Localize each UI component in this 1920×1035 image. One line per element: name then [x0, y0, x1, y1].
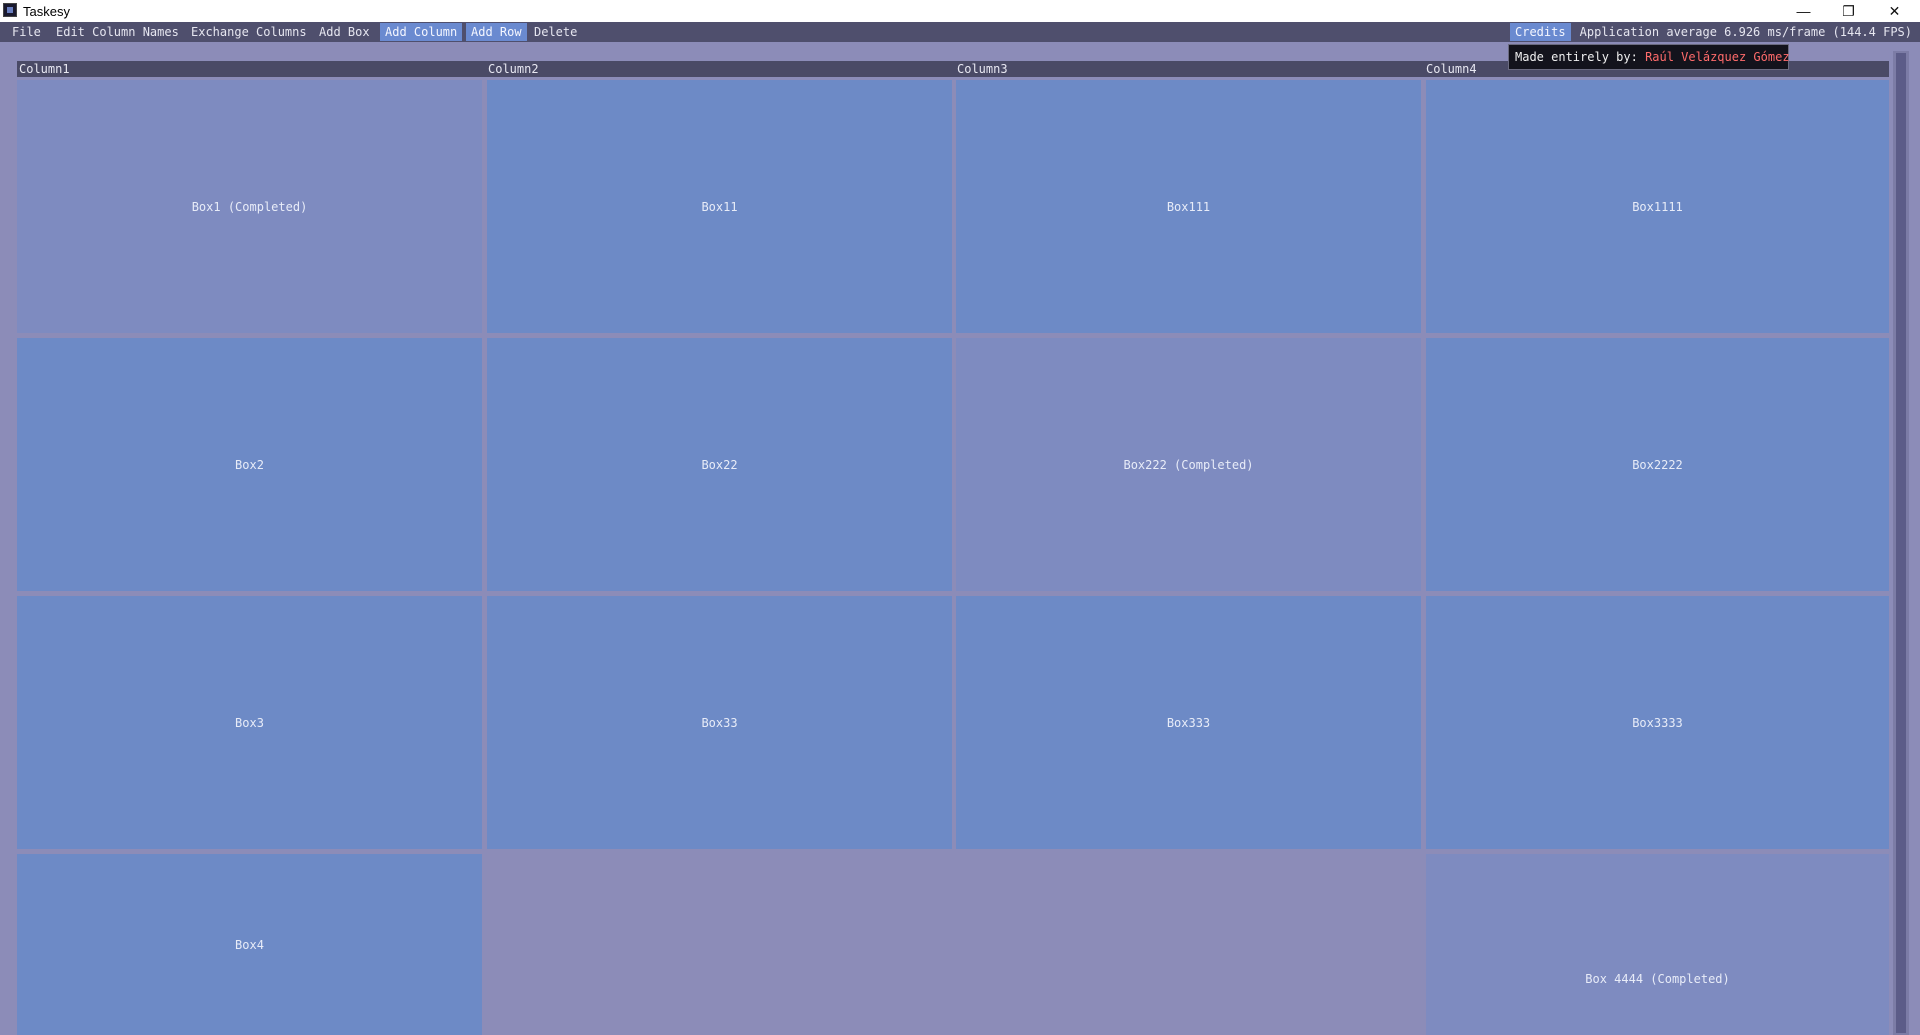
task-box[interactable]: Box22: [487, 338, 952, 591]
window-title: Taskesy: [23, 4, 70, 19]
box-label: Box2222: [1632, 457, 1683, 472]
menu-credits[interactable]: Credits: [1510, 23, 1571, 41]
menu-file[interactable]: File: [7, 23, 46, 41]
column-header-2[interactable]: Column2: [486, 61, 955, 77]
box-label: Box22: [701, 457, 738, 472]
box-label: Box3333: [1632, 715, 1683, 730]
task-box[interactable]: Box1111: [1426, 80, 1889, 333]
add-column-button[interactable]: Add Column: [380, 23, 463, 41]
menu-add-box[interactable]: Add Box: [314, 23, 375, 41]
credits-tooltip: Made entirely by: Raúl Velázquez Gómez: [1508, 44, 1790, 70]
task-box[interactable]: Box3: [17, 596, 482, 849]
scrollbar-thumb[interactable]: [1896, 53, 1906, 1033]
box-label: Box333: [1166, 715, 1211, 730]
task-box[interactable]: Box3333: [1426, 596, 1889, 849]
menu-exchange-columns[interactable]: Exchange Columns: [186, 23, 312, 41]
box-label: Box2: [235, 457, 264, 472]
close-icon[interactable]: ✕: [1872, 0, 1917, 22]
task-box[interactable]: Box2222: [1426, 338, 1889, 591]
box-label: Box1111: [1632, 199, 1683, 214]
task-box[interactable]: Box222 (Completed): [956, 338, 1421, 591]
credits-author: Raúl Velázquez Gómez: [1645, 50, 1790, 64]
task-box[interactable]: Box2: [17, 338, 482, 591]
task-box[interactable]: Box4: [17, 854, 482, 1035]
task-box[interactable]: Box33: [487, 596, 952, 849]
menu-delete[interactable]: Delete: [529, 23, 582, 41]
app-icon: [3, 3, 17, 17]
window-titlebar: Taskesy — ❐ ✕: [0, 0, 1920, 22]
box-label: Box 4444 (Completed): [1585, 972, 1730, 986]
fps-readout: Application average 6.926 ms/frame (144.…: [1579, 25, 1912, 39]
box-label: Box33: [701, 715, 738, 730]
box-label: Box1 (Completed): [191, 199, 308, 214]
task-box[interactable]: Box11: [487, 80, 952, 333]
box-label: Box222 (Completed): [1123, 457, 1254, 472]
task-board: Column1 Column2 Column3 Column4 Box1 (Co…: [17, 61, 1890, 1035]
task-box[interactable]: Box111: [956, 80, 1421, 333]
box-label: Box3: [235, 715, 264, 730]
box-label: Box11: [701, 199, 738, 214]
column-header-3[interactable]: Column3: [955, 61, 1424, 77]
minimize-icon[interactable]: —: [1781, 0, 1826, 22]
menu-bar: File Edit Column Names Exchange Columns …: [0, 22, 1920, 42]
menu-edit-column-names[interactable]: Edit Column Names: [51, 23, 184, 41]
column-header-1[interactable]: Column1: [17, 61, 486, 77]
task-box[interactable]: Box 4444 (Completed): [1426, 854, 1889, 1035]
task-box[interactable]: Box333: [956, 596, 1421, 849]
add-row-button[interactable]: Add Row: [466, 23, 527, 41]
vertical-scrollbar[interactable]: [1893, 51, 1909, 1035]
restore-icon[interactable]: ❐: [1826, 0, 1871, 22]
box-label: Box4: [235, 937, 264, 952]
task-box[interactable]: Box1 (Completed): [17, 80, 482, 333]
credits-prefix: Made entirely by:: [1515, 50, 1638, 64]
box-label: Box111: [1166, 199, 1211, 214]
